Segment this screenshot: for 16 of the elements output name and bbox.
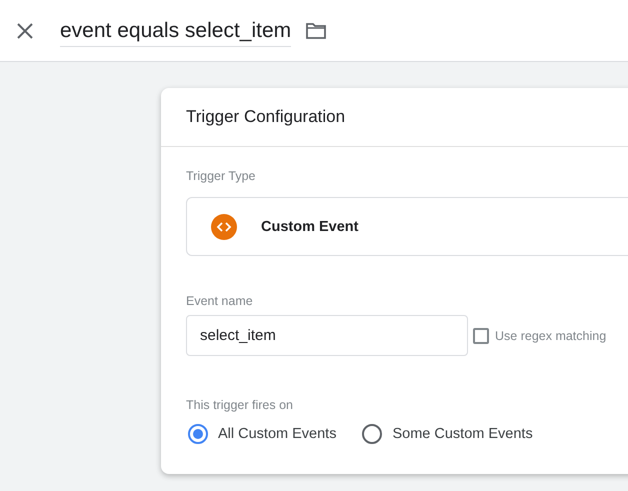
field-label: Event name xyxy=(186,294,253,308)
code-icon xyxy=(211,214,237,240)
field-label: This trigger fires on xyxy=(186,398,293,412)
checkbox-icon[interactable] xyxy=(473,328,489,344)
card-title: Trigger Configuration xyxy=(186,107,346,127)
radio-option[interactable]: Some Custom Events xyxy=(362,424,533,444)
close-icon[interactable] xyxy=(16,22,34,40)
radio-icon[interactable] xyxy=(188,424,208,444)
trigger-name-field[interactable]: event equals select_item xyxy=(60,18,292,46)
trigger-type-selector[interactable]: Custom Event xyxy=(186,197,628,256)
radio-icon[interactable] xyxy=(362,424,382,444)
folder-icon[interactable] xyxy=(305,22,328,40)
radio-option[interactable]: All Custom Events xyxy=(188,424,336,444)
event-name-field[interactable]: select_item xyxy=(186,315,468,356)
regex-checkbox[interactable]: Use regex matching xyxy=(473,328,606,344)
field-label: Trigger Type xyxy=(186,169,256,183)
